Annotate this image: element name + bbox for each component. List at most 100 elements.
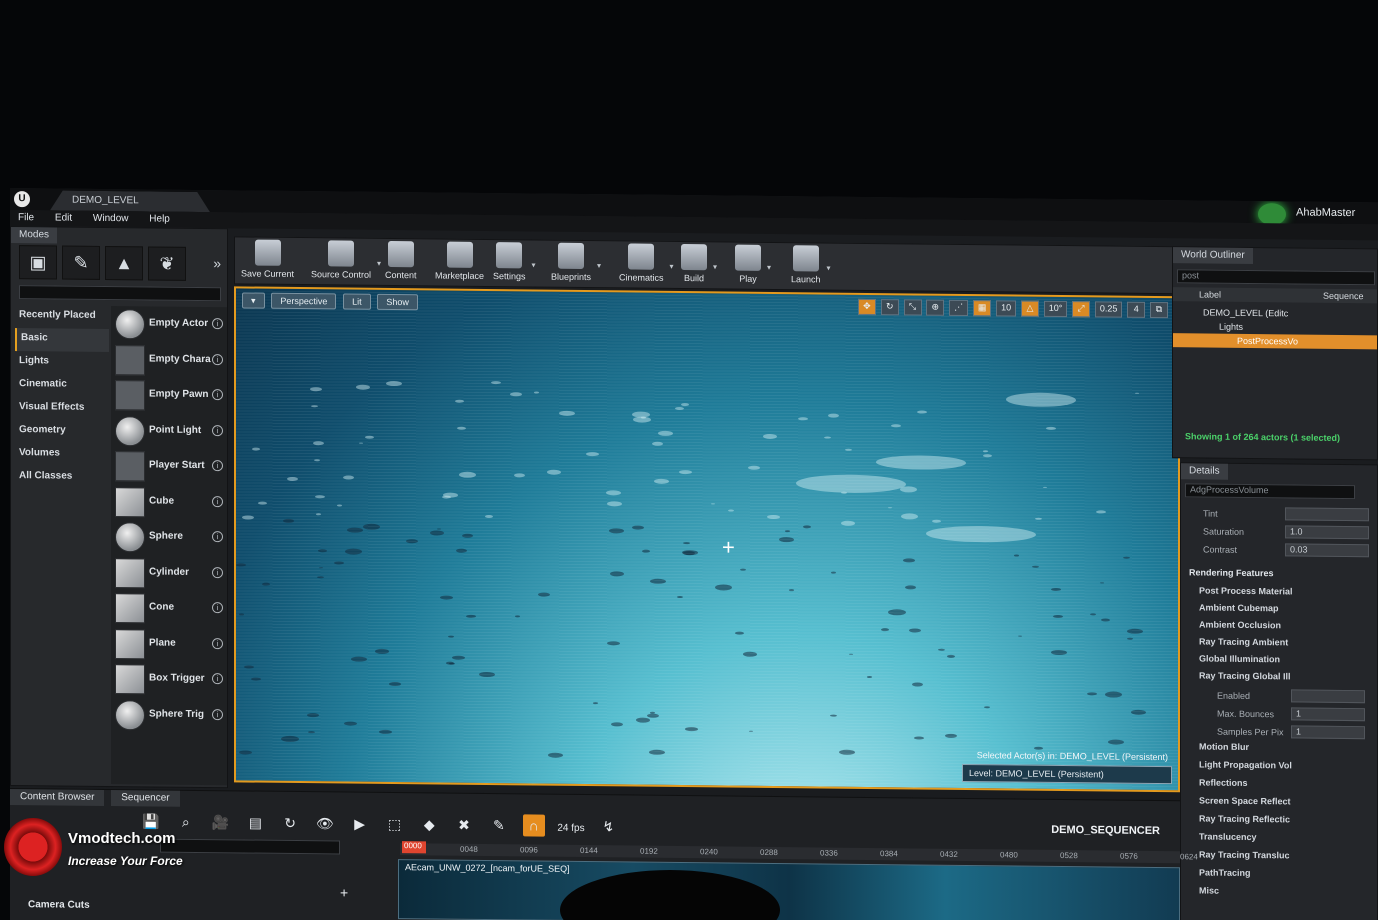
placeable-item[interactable]: Point Light i bbox=[111, 413, 227, 450]
dropdown-arrow-icon[interactable]: ▾ bbox=[670, 262, 674, 271]
property-row[interactable]: Max. Bounces 1 bbox=[1203, 705, 1375, 723]
show-button[interactable]: Show bbox=[377, 293, 418, 311]
scale-snap-icon[interactable]: ⤢ bbox=[1072, 301, 1091, 318]
category-item[interactable]: Visual Effects bbox=[15, 397, 109, 421]
maximize-viewport-icon[interactable]: ⧉ bbox=[1150, 301, 1168, 319]
toolbar-settings-button[interactable]: Settings ▾ bbox=[493, 242, 536, 286]
camera-clip[interactable]: AEcam_UNW_0272_[ncam_forUE_SEQ] bbox=[398, 859, 1180, 920]
playback-icon[interactable]: ▶ bbox=[349, 813, 371, 835]
placeable-item[interactable]: Cone i bbox=[111, 590, 227, 627]
property-value[interactable]: 1 bbox=[1291, 707, 1365, 722]
camera-icon[interactable]: 🎥 bbox=[210, 811, 232, 833]
property-row[interactable]: Samples Per Pix 1 bbox=[1203, 723, 1375, 741]
toolbar-save-current-button[interactable]: Save Current bbox=[241, 239, 294, 284]
category-item[interactable]: Geometry bbox=[15, 420, 109, 444]
key-icon[interactable]: ◆ bbox=[418, 813, 440, 835]
details-tab[interactable]: Details bbox=[1181, 463, 1228, 480]
playhead[interactable]: 0000 bbox=[402, 841, 426, 854]
paint-mode-icon[interactable]: ✎ bbox=[62, 245, 100, 280]
subsection-header[interactable]: Ray Tracing Reflectic bbox=[1199, 813, 1290, 830]
subsection-header[interactable]: PathTracing bbox=[1199, 867, 1251, 884]
section-header[interactable]: Rendering Features bbox=[1189, 567, 1274, 584]
selection-icon[interactable]: ⬚ bbox=[383, 813, 405, 835]
add-track-icon[interactable]: + bbox=[340, 884, 348, 900]
subsection-header[interactable]: Global Illumination bbox=[1199, 653, 1280, 670]
menu-window[interactable]: Window bbox=[93, 213, 129, 224]
modes-search-input[interactable] bbox=[19, 285, 221, 302]
viewport-menu-icon[interactable]: ▾ bbox=[242, 292, 265, 309]
snap-icon[interactable]: ∩ bbox=[522, 814, 545, 837]
dropdown-arrow-icon[interactable]: ▾ bbox=[713, 262, 717, 271]
visibility-icon[interactable]: 👁 bbox=[314, 812, 336, 834]
info-icon[interactable]: i bbox=[212, 708, 223, 720]
property-value[interactable]: 0.03 bbox=[1285, 543, 1369, 558]
subsection-header[interactable]: Post Process Material bbox=[1199, 585, 1293, 602]
key-remove-icon[interactable]: ✖ bbox=[453, 814, 475, 836]
subsection-header[interactable]: Screen Space Reflect bbox=[1199, 795, 1291, 812]
property-value[interactable] bbox=[1285, 507, 1369, 522]
place-mode-icon[interactable]: ▣ bbox=[19, 245, 57, 280]
placeable-item[interactable]: Empty Chara i bbox=[111, 342, 227, 379]
info-icon[interactable]: i bbox=[212, 673, 223, 685]
property-value[interactable] bbox=[1291, 689, 1365, 704]
placeable-item[interactable]: Sphere i bbox=[111, 519, 227, 556]
info-icon[interactable]: i bbox=[212, 353, 223, 365]
level-tab[interactable]: DEMO_LEVEL bbox=[50, 190, 210, 212]
tab-content-browser[interactable]: Content Browser bbox=[10, 789, 105, 806]
property-row[interactable]: Contrast 0.03 bbox=[1189, 541, 1377, 559]
camera-cuts-track[interactable]: Camera Cuts bbox=[28, 899, 90, 911]
tangent-icon[interactable]: ↯ bbox=[597, 815, 619, 837]
subsection-header[interactable]: Ambient Occlusion bbox=[1199, 619, 1281, 636]
more-modes-icon[interactable]: » bbox=[213, 255, 221, 271]
toolbar-blueprints-button[interactable]: Blueprints ▾ bbox=[551, 242, 601, 287]
subsection-header[interactable]: Light Propagation Vol bbox=[1199, 759, 1292, 776]
property-value[interactable]: 1 bbox=[1291, 725, 1365, 740]
info-icon[interactable]: i bbox=[212, 531, 223, 543]
placeable-item[interactable]: Sphere Trig i bbox=[111, 697, 227, 734]
surface-snap-icon[interactable]: ⋰ bbox=[949, 299, 969, 317]
placeable-item[interactable]: Player Start i bbox=[111, 448, 227, 485]
toolbar-play-button[interactable]: Play ▾ bbox=[735, 244, 771, 289]
info-icon[interactable]: i bbox=[212, 389, 223, 401]
placeable-item[interactable]: Cylinder i bbox=[111, 555, 227, 592]
subsection-header[interactable]: Ambient Cubemap bbox=[1199, 602, 1279, 619]
menu-edit[interactable]: Edit bbox=[55, 212, 72, 223]
grid-snap-icon[interactable]: ▦ bbox=[972, 300, 992, 317]
user-avatar-icon[interactable] bbox=[1258, 203, 1286, 226]
dropdown-arrow-icon[interactable]: ▾ bbox=[377, 259, 381, 268]
toolbar-source-control-button[interactable]: Source Control ▾ bbox=[311, 240, 381, 285]
rotate-icon[interactable]: ↻ bbox=[880, 299, 899, 316]
subsection-header[interactable]: Ray Tracing Global Ill bbox=[1199, 670, 1291, 687]
toolbar-build-button[interactable]: Build ▾ bbox=[681, 244, 717, 288]
category-item[interactable]: Volumes bbox=[15, 443, 109, 467]
subsection-header[interactable]: Ray Tracing Ambient bbox=[1199, 636, 1288, 653]
toolbar-launch-button[interactable]: Launch ▾ bbox=[791, 245, 831, 289]
landscape-mode-icon[interactable]: ▲ bbox=[105, 245, 143, 281]
scale-snap-value[interactable]: 0.25 bbox=[1094, 301, 1123, 318]
subsection-header[interactable]: Misc bbox=[1199, 885, 1219, 901]
grid-snap-value[interactable]: 10 bbox=[996, 300, 1017, 317]
subsection-header[interactable]: Translucency bbox=[1199, 831, 1257, 848]
info-icon[interactable]: i bbox=[212, 602, 223, 614]
scale-icon[interactable]: ⤡ bbox=[903, 299, 922, 316]
perspective-button[interactable]: Perspective bbox=[271, 292, 337, 310]
subsection-header[interactable]: Motion Blur bbox=[1199, 741, 1249, 758]
dropdown-arrow-icon[interactable]: ▾ bbox=[827, 264, 831, 273]
pen-icon[interactable]: ✎ bbox=[488, 814, 510, 836]
info-icon[interactable]: i bbox=[212, 495, 223, 507]
property-value[interactable]: 1.0 bbox=[1285, 525, 1369, 540]
menu-file[interactable]: File bbox=[18, 212, 34, 223]
property-row[interactable]: Saturation 1.0 bbox=[1189, 523, 1377, 541]
subsection-header[interactable]: Ray Tracing Transluc bbox=[1199, 849, 1290, 866]
tab-sequencer[interactable]: Sequencer bbox=[111, 790, 180, 807]
property-row[interactable]: Enabled bbox=[1203, 687, 1375, 705]
info-icon[interactable]: i bbox=[212, 566, 223, 578]
label-column-header[interactable]: Label bbox=[1199, 289, 1221, 299]
placeable-item[interactable]: Empty Pawn i bbox=[111, 377, 227, 414]
rotation-snap-icon[interactable]: △ bbox=[1020, 300, 1039, 317]
placeable-item[interactable]: Cube i bbox=[111, 484, 227, 521]
category-item[interactable]: All Classes bbox=[15, 466, 109, 490]
placeable-item[interactable]: Empty Actor i bbox=[111, 306, 227, 343]
property-row[interactable]: Tint bbox=[1189, 505, 1377, 523]
dropdown-arrow-icon[interactable]: ▾ bbox=[597, 261, 601, 270]
